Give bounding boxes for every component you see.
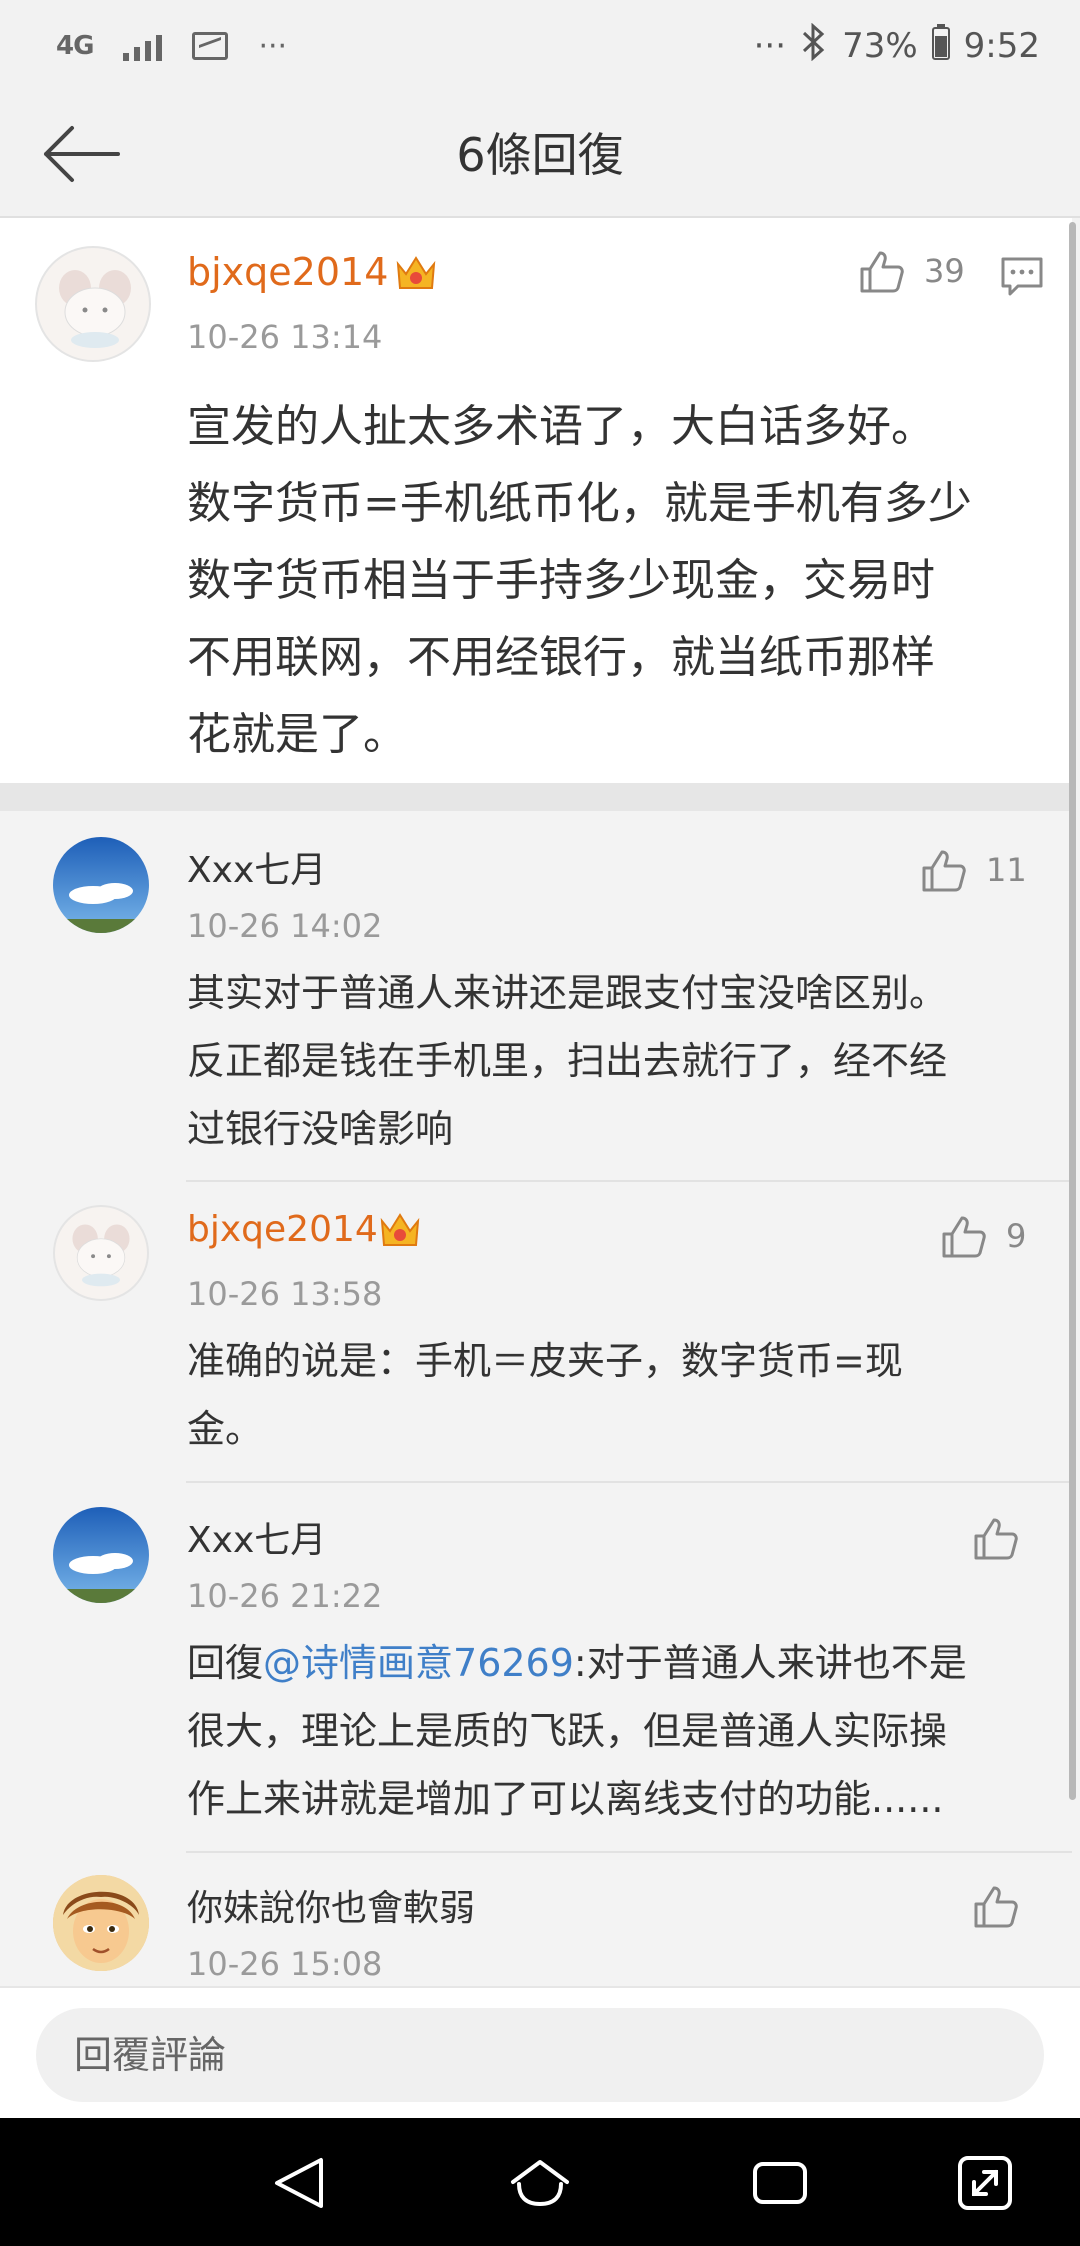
- thumbs-up-icon: [922, 850, 966, 892]
- like-count: 39: [924, 252, 965, 290]
- page-title: 6條回復: [456, 128, 624, 182]
- like-count: 9: [1006, 1217, 1027, 1255]
- mention-link[interactable]: @诗情画意76269: [263, 1641, 574, 1685]
- avatar[interactable]: [35, 246, 151, 362]
- gallery-icon: [192, 32, 229, 60]
- reply-username[interactable]: bjxqe2014: [187, 1209, 378, 1250]
- crown-icon: [378, 1209, 422, 1249]
- thumbs-up-icon: [974, 1518, 1018, 1560]
- comment-username[interactable]: bjxqe2014: [187, 250, 388, 294]
- thumbs-up-icon: [942, 1216, 986, 1258]
- reply-time: 10-26 13:58: [187, 1275, 383, 1313]
- avatar[interactable]: [53, 1205, 149, 1301]
- more-status: ···: [753, 26, 787, 66]
- divider: [186, 1851, 1072, 1853]
- clock: 9:52: [963, 26, 1040, 66]
- like-button[interactable]: 39: [858, 246, 965, 296]
- status-bar: 4G ··· ··· 73% 9:52: [0, 0, 1080, 92]
- comment-time: 10-26 13:14: [187, 318, 383, 356]
- avatar[interactable]: [53, 1875, 149, 1971]
- reply-username[interactable]: 你妹說你也會軟弱: [187, 1879, 475, 1931]
- reply-list: Xxx七月 10-26 14:02 11 其实对于普通人来讲还是跟支付宝没啥区别…: [0, 811, 1072, 1986]
- avatar[interactable]: [53, 1507, 149, 1603]
- section-divider: [0, 783, 1072, 811]
- reply-text: 准确的说是：手机＝皮夹子，数字货币=现 金。: [187, 1339, 903, 1451]
- divider: [186, 1481, 1072, 1483]
- title-bar: 6條回復: [0, 92, 1080, 218]
- recents-icon: [753, 2162, 807, 2204]
- navigation-bar: [0, 2118, 1080, 2246]
- signal-icon: [123, 31, 163, 61]
- thumbs-up-icon: [974, 1886, 1018, 1928]
- reply-button[interactable]: [1000, 254, 1044, 302]
- reply-username[interactable]: Xxx七月: [187, 841, 326, 893]
- like-button[interactable]: [972, 1881, 1020, 1931]
- reply-time: 10-26 21:22: [187, 1577, 383, 1615]
- arrow-left-icon: [44, 126, 120, 182]
- like-button[interactable]: [972, 1513, 1020, 1563]
- expand-icon: [958, 2156, 1012, 2210]
- reply-input-placeholder: 回覆評論: [74, 2033, 227, 2077]
- battery-icon: [931, 23, 950, 69]
- bluetooth-icon: [800, 22, 828, 70]
- nav-home-button[interactable]: [505, 2148, 575, 2218]
- avatar[interactable]: [53, 837, 149, 933]
- main-comment: bjxqe2014 10-26 13:14 39 宣发的人扯太多术语了，大白话多…: [0, 218, 1072, 783]
- thumbs-up-icon: [860, 251, 904, 293]
- reply-prefix: 回復: [187, 1641, 264, 1685]
- comment-text: 宣发的人扯太多术语了，大白话多好。 数字货币=手机纸币化，就是手机有多少 数字货…: [187, 401, 972, 760]
- divider: [186, 1180, 1072, 1182]
- like-count: 11: [986, 851, 1027, 889]
- reply-time: 10-26 15:08: [187, 1945, 383, 1983]
- reply-text: 其实对于普通人来讲还是跟支付宝没啥区别。 反正都是钱在手机里，扫出去就行了，经不…: [187, 971, 948, 1151]
- triangle-back-icon: [275, 2158, 323, 2208]
- reply-time: 10-26 14:02: [187, 907, 383, 945]
- comment-icon: [1001, 257, 1043, 296]
- battery-percent: 73%: [842, 26, 918, 66]
- reply-input[interactable]: 回覆評論: [36, 2008, 1044, 2102]
- crown-icon: [394, 252, 438, 292]
- reply-username[interactable]: Xxx七月: [187, 1511, 326, 1563]
- nav-recents-button[interactable]: [745, 2148, 815, 2218]
- back-button[interactable]: [40, 122, 124, 186]
- scrollbar[interactable]: [1069, 222, 1076, 1800]
- like-button[interactable]: 11: [920, 845, 1027, 895]
- reply-input-bar: 回覆評論: [0, 1986, 1080, 2118]
- nav-back-button[interactable]: [265, 2148, 335, 2218]
- home-icon: [511, 2160, 569, 2206]
- network-indicator: 4G: [56, 31, 94, 61]
- reply-text: 回復@诗情画意76269:对于普通人来讲也不是 很大，理论上是质的飞跃，但是普通…: [187, 1641, 967, 1821]
- like-button[interactable]: 9: [940, 1211, 1026, 1261]
- nav-expand-button[interactable]: [950, 2148, 1020, 2218]
- more-notifications: ···: [258, 28, 288, 64]
